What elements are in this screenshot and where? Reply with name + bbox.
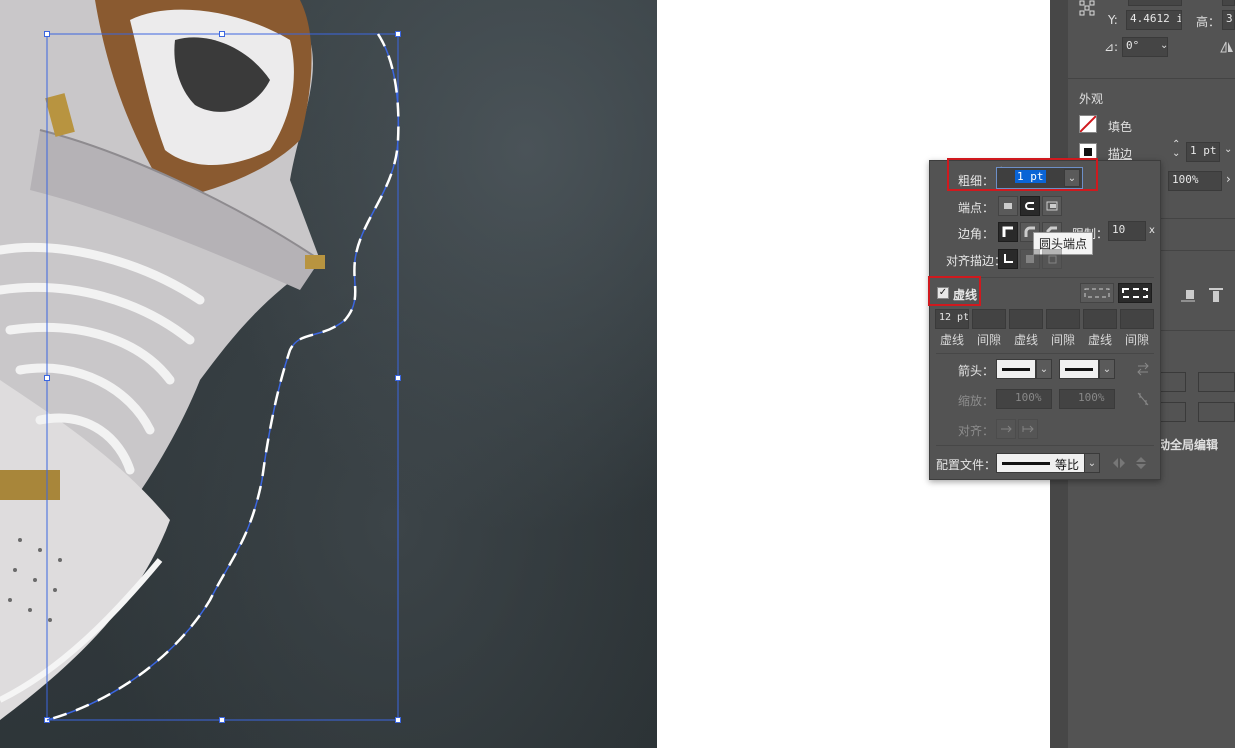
dash-1-label: 虚线 <box>939 333 964 347</box>
butt-cap-icon[interactable] <box>998 196 1018 216</box>
height-label: 高： <box>1196 15 1221 29</box>
profile-label: 配置文件： <box>936 458 997 472</box>
gap-1-input[interactable] <box>972 309 1006 329</box>
rotate-icon: ⊿: <box>1104 40 1119 54</box>
arrow-extend-icon[interactable] <box>996 419 1016 439</box>
projecting-cap-icon[interactable] <box>1042 196 1062 216</box>
artboard-photo[interactable] <box>0 0 657 748</box>
chevron-down-icon[interactable]: ⌄ <box>1099 359 1115 379</box>
weight-highlight <box>947 158 1098 191</box>
y-field[interactable]: 4.4612 i <box>1126 10 1182 30</box>
gap-2-label: 间隙 <box>1050 333 1075 347</box>
cap-label: 端点： <box>958 201 995 215</box>
stepper-icon[interactable]: ⌃ ⌄ <box>1172 140 1180 159</box>
arrow-place-icon[interactable] <box>1018 419 1038 439</box>
flip-along-icon[interactable] <box>1112 456 1126 470</box>
miter-join-icon[interactable] <box>998 222 1018 242</box>
chevron-down-icon[interactable]: ⌄ <box>1084 453 1100 473</box>
dash-preserve-icon[interactable] <box>1080 283 1114 303</box>
stroke-panel: 粗细： ⌃⌄ 1 pt ⌄ 端点： 边角： 限制： 10 x 圆头端点 对齐描边… <box>929 160 1161 480</box>
limit-input[interactable]: 10 <box>1108 221 1146 241</box>
align-outside-icon[interactable] <box>1042 249 1062 269</box>
profile-select[interactable]: 等比 <box>996 453 1086 473</box>
chevron-right-icon[interactable]: › <box>1226 172 1231 186</box>
dash-3-input[interactable] <box>1083 309 1117 329</box>
corner-label: 边角： <box>958 227 995 241</box>
appearance-title: 外观 <box>1079 92 1104 106</box>
align-top-icon[interactable] <box>1208 287 1224 303</box>
limit-unit: x <box>1149 225 1155 236</box>
x-field-partial[interactable] <box>1128 0 1182 6</box>
gap-1-label: 间隙 <box>976 333 1001 347</box>
flip-horizontal-icon[interactable] <box>1220 40 1234 54</box>
align-center-icon[interactable] <box>998 249 1018 269</box>
dashed-highlight <box>928 276 981 306</box>
fill-label[interactable]: 填色 <box>1108 118 1132 135</box>
arrowheads-label: 箭头： <box>958 364 995 378</box>
dash-1-input[interactable]: 12 pt <box>935 309 969 329</box>
sneaker-illustration <box>0 0 401 723</box>
arrow-align-label: 对齐： <box>958 424 995 438</box>
dash-2-input[interactable] <box>1009 309 1043 329</box>
align-field-2[interactable] <box>1198 372 1235 392</box>
align-stroke-label: 对齐描边： <box>946 254 1007 268</box>
link-icon[interactable] <box>1136 391 1150 407</box>
end-scale-input[interactable]: 100% <box>1059 389 1115 409</box>
chevron-down-icon[interactable]: ⌄ <box>1224 144 1232 155</box>
align-field-4[interactable] <box>1198 402 1235 422</box>
flip-across-icon[interactable] <box>1134 456 1148 470</box>
global-edit-button[interactable]: 动全局编辑 <box>1158 436 1218 453</box>
gap-3-input[interactable] <box>1120 309 1154 329</box>
dash-3-label: 虚线 <box>1087 333 1112 347</box>
reference-point-icon[interactable] <box>1079 0 1095 16</box>
width-field-partial[interactable] <box>1222 0 1235 6</box>
round-cap-icon[interactable] <box>1020 196 1040 216</box>
y-label: Y: <box>1108 13 1118 27</box>
scale-label: 缩放： <box>958 394 995 408</box>
align-bottom-icon[interactable] <box>1180 287 1196 303</box>
gap-2-input[interactable] <box>1046 309 1080 329</box>
start-scale-input[interactable]: 100% <box>996 389 1052 409</box>
height-field[interactable]: 3 <box>1222 10 1235 30</box>
start-arrow-select[interactable] <box>996 359 1036 379</box>
fill-swatch-icon[interactable] <box>1079 115 1097 133</box>
dash-align-corners-icon[interactable] <box>1118 283 1152 303</box>
gap-3-label: 间隙 <box>1124 333 1149 347</box>
stroke-weight-field[interactable]: 1 pt <box>1186 142 1220 162</box>
align-inside-icon[interactable] <box>1020 249 1040 269</box>
profile-value: 等比 <box>1055 458 1080 472</box>
opacity-field[interactable]: 100% <box>1168 171 1222 191</box>
chevron-down-icon[interactable]: ⌄ <box>1160 40 1168 51</box>
chevron-down-icon[interactable]: ⌄ <box>1036 359 1052 379</box>
dash-2-label: 虚线 <box>1013 333 1038 347</box>
swap-arrows-icon[interactable] <box>1136 362 1150 376</box>
end-arrow-select[interactable] <box>1059 359 1099 379</box>
